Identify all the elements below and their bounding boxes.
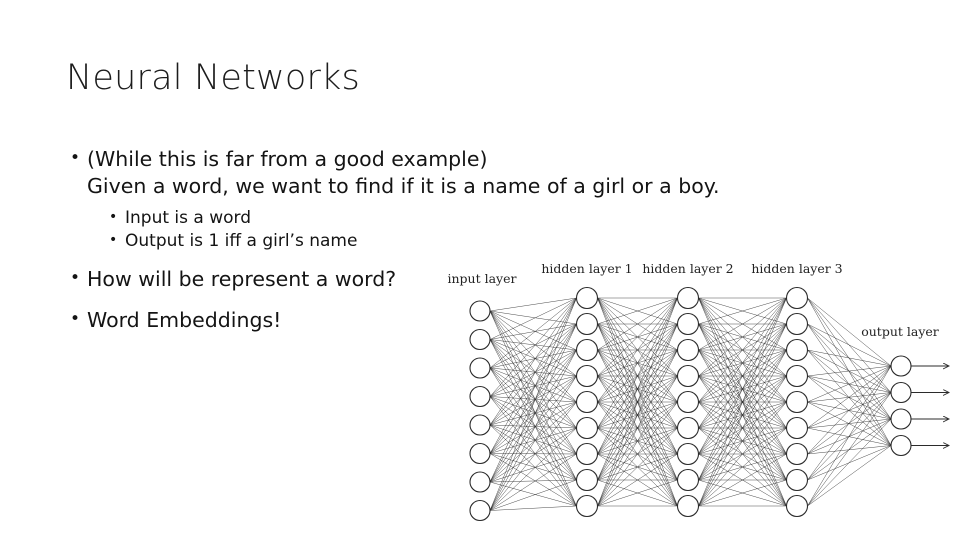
network-edge [489, 505, 577, 511]
bullet-text-input: Input is a word [125, 208, 252, 229]
network-edge [807, 445, 892, 507]
network-node-hidden1 [575, 312, 599, 336]
bullet-text-premise-line2: Given a word, we want to find if it is a… [87, 174, 720, 199]
layer-label-input: input layer [448, 271, 517, 286]
network-node-input [469, 414, 491, 436]
bullet-marker-icon: • [109, 231, 118, 248]
network-edge [489, 375, 577, 397]
network-node-hidden1 [575, 442, 599, 466]
network-edge [489, 424, 577, 481]
network-edge [489, 310, 577, 455]
network-node-hidden3 [785, 494, 809, 518]
layer-label-hidden1: hidden layer 1 [541, 261, 632, 276]
network-node-hidden2 [676, 416, 700, 440]
network-edge [489, 367, 577, 429]
layer-label-output: output layer [861, 324, 939, 339]
network-edge [807, 349, 892, 367]
network-node-hidden1 [575, 468, 599, 492]
bullet-marker-icon: • [70, 309, 81, 330]
network-node-output [890, 381, 912, 404]
bullet-marker-icon: • [70, 148, 81, 168]
neural-network-svg: input layer hidden layer 1 hidden layer … [448, 261, 960, 522]
network-edge [489, 367, 577, 455]
network-edge [807, 365, 892, 429]
bullet-item-output: • Output is 1 iff a girl’s name [109, 230, 830, 253]
layer-label-hidden3: hidden layer 3 [751, 261, 842, 276]
network-node-output [890, 408, 912, 430]
network-node-hidden1 [575, 286, 599, 310]
network-node-input [469, 300, 491, 322]
slide-canvas: Neural Networks • (While this is far fro… [0, 0, 960, 540]
network-edge [807, 365, 892, 377]
network-node-input [469, 499, 491, 522]
network-node-hidden2 [676, 442, 700, 466]
network-node-hidden2 [676, 390, 700, 414]
bullet-marker-icon: • [70, 268, 81, 289]
sub-bullet-list: • Input is a word • Output is 1 iff a gi… [70, 207, 830, 252]
network-node-hidden3 [785, 390, 809, 414]
network-node-hidden3 [785, 468, 809, 492]
network-edge [807, 392, 892, 507]
network-node-input [469, 385, 491, 408]
network-node-input [469, 328, 491, 351]
page-title: Neural Networks [66, 58, 360, 98]
bullet-marker-icon: • [109, 209, 118, 226]
network-node-hidden3 [785, 312, 809, 336]
network-node-hidden1 [575, 416, 599, 440]
network-edge [489, 310, 577, 507]
network-node-input [469, 471, 491, 493]
bullet-item-premise: • (While this is far from a good example… [70, 146, 830, 200]
network-node-hidden2 [676, 364, 700, 388]
bullet-text-output: Output is 1 iff a girl’s name [125, 230, 358, 251]
output-arrows [911, 366, 949, 446]
network-node-hidden2 [676, 468, 700, 492]
network-node-input [469, 442, 491, 465]
network-edge [489, 479, 577, 511]
network-edge [489, 297, 577, 511]
network-node-hidden3 [785, 442, 809, 466]
neural-network-diagram: input layer hidden layer 1 hidden layer … [430, 255, 960, 540]
layer-label-hidden2: hidden layer 2 [642, 261, 733, 276]
network-nodes [469, 286, 912, 522]
network-edge [807, 365, 892, 507]
network-edge [489, 396, 577, 507]
network-node-hidden1 [575, 494, 599, 518]
network-node-hidden2 [676, 312, 700, 336]
network-node-hidden3 [785, 364, 809, 388]
network-node-hidden2 [676, 494, 700, 518]
network-node-hidden2 [676, 286, 700, 310]
network-edge [489, 453, 577, 481]
network-node-output [890, 434, 912, 457]
bullet-item-input: • Input is a word [109, 207, 830, 230]
network-node-hidden3 [785, 286, 809, 310]
network-node-hidden1 [575, 390, 599, 414]
bullet-text-premise-line1: (While this is far from a good example) [87, 147, 488, 171]
network-node-hidden1 [575, 364, 599, 388]
network-node-hidden3 [785, 416, 809, 440]
network-edge [807, 365, 892, 455]
network-node-hidden1 [575, 338, 599, 362]
network-edge [489, 375, 577, 483]
network-node-hidden3 [785, 338, 809, 362]
network-edge [489, 323, 577, 340]
network-edge [489, 375, 577, 511]
network-node-hidden2 [676, 338, 700, 362]
network-node-input [469, 357, 491, 379]
bullet-text-premise: (While this is far from a good example) … [87, 146, 830, 200]
network-node-output [890, 355, 912, 377]
